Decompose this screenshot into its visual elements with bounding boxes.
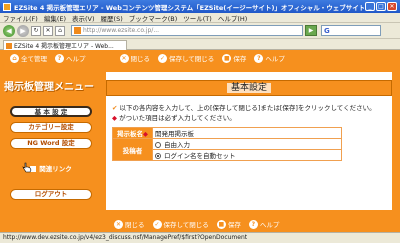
sidebar: 掲示板管理メニュー 基 本 設 定 カテゴリー設定 NG Word 設定 関連リ… bbox=[0, 66, 100, 232]
menu-tools[interactable]: ツール(T) bbox=[183, 13, 212, 23]
save-close-label: 保存して閉じる bbox=[169, 55, 215, 63]
sidebar-item-category-settings[interactable]: カテゴリー設定 bbox=[10, 122, 92, 133]
menu-view[interactable]: 表示(V) bbox=[72, 13, 95, 23]
sidebar-item-basic-settings[interactable]: 基 本 設 定 bbox=[10, 106, 92, 117]
save-close-button-bottom[interactable]: ✓ 保存して閉じる bbox=[152, 219, 209, 229]
tab-favicon-icon bbox=[6, 42, 12, 49]
help-label: ヘルプ bbox=[66, 55, 86, 63]
navigation-toolbar: ◀ ▶ ↻ ✕ ⌂ http://www.ezsite.co.jp/... ▶ … bbox=[0, 23, 400, 39]
close-icon: ✕ bbox=[119, 53, 129, 63]
save-close-button-top[interactable]: ✓ 保存して閉じる bbox=[158, 53, 214, 63]
required-text: がついた項目は必ず入力してください。 bbox=[119, 114, 236, 122]
minimize-icon[interactable]: _ bbox=[365, 2, 375, 11]
close-button-bottom[interactable]: ✕ 閉じる bbox=[114, 219, 145, 229]
menu-help[interactable]: ヘルプ(H) bbox=[218, 13, 247, 23]
menu-history[interactable]: 履歴(S) bbox=[101, 13, 123, 23]
close-label: 閉じる bbox=[130, 55, 151, 63]
url-input[interactable]: http://www.ezsite.co.jp/... bbox=[71, 25, 303, 36]
search-input[interactable]: G bbox=[321, 25, 381, 36]
help-icon: ? bbox=[248, 219, 258, 229]
settings-panel: 基本設定 ✔ 以下の各内容を入力して、上の[保存して閉じる]または[保存]をクリ… bbox=[106, 72, 392, 210]
top-toolbar: ⌂ 全て管理 ? ヘルプ ✕ 閉じる ✓ 保存して閉じる ■ 保存 ? ヘルプ bbox=[0, 50, 400, 66]
status-bar: http://www.dev.ezsite.co.jp/v4/ez3_discu… bbox=[0, 232, 400, 243]
form-row-board-name: 掲示板名◆ 開発用掲示板 bbox=[112, 127, 342, 139]
help-label: ヘルプ bbox=[259, 221, 280, 229]
instruction-text: 以下の各内容を入力して、上の[保存して閉じる]または[保存]をクリックしてくださ… bbox=[119, 104, 376, 112]
close-label: 閉じる bbox=[125, 221, 145, 229]
check-icon: ✔ bbox=[112, 104, 118, 112]
save-close-icon: ✓ bbox=[152, 219, 162, 229]
close-button-top[interactable]: ✕ 閉じる bbox=[119, 53, 151, 63]
help-button-top[interactable]: ? ヘルプ bbox=[254, 53, 285, 63]
poster-label: 投稿者 bbox=[112, 138, 153, 161]
help-button-left[interactable]: ? ヘルプ bbox=[55, 53, 86, 63]
save-close-label: 保存して閉じる bbox=[163, 221, 209, 229]
save-label: 保存 bbox=[233, 55, 247, 63]
help-icon: ? bbox=[55, 53, 64, 63]
settings-form: 掲示板名◆ 開発用掲示板 投稿者 自由入力 ログイン名を自動セット bbox=[112, 127, 342, 161]
menu-bookmarks[interactable]: ブックマーク(B) bbox=[129, 13, 178, 23]
go-icon[interactable]: ▶ bbox=[305, 25, 317, 36]
save-button-top[interactable]: ■ 保存 bbox=[222, 53, 246, 63]
home-icon: ⌂ bbox=[10, 53, 19, 63]
menu-edit[interactable]: 編集(E) bbox=[44, 13, 66, 23]
required-mark-icon: ◆ bbox=[112, 114, 117, 122]
tab-title: EZSite 4 掲示板管理エリア - Web... bbox=[14, 43, 114, 50]
option-login-label: ログイン名を自動セット bbox=[164, 152, 236, 160]
board-name-field[interactable]: 開発用掲示板 bbox=[152, 127, 342, 139]
window-titlebar: EZSite 4 掲示板管理エリア - Webコンテンツ管理システム「EZSit… bbox=[0, 0, 400, 13]
url-text: http://www.ezsite.co.jp/... bbox=[83, 27, 160, 34]
bottom-toolbar: ✕ 閉じる ✓ 保存して閉じる ■ 保存 ? ヘルプ bbox=[100, 216, 400, 232]
back-icon[interactable]: ◀ bbox=[3, 24, 15, 37]
tab-bar: EZSite 4 掲示板管理エリア - Web... bbox=[0, 39, 400, 50]
all-admin-label: 全て管理 bbox=[21, 55, 47, 63]
save-button-bottom[interactable]: ■ 保存 bbox=[216, 219, 241, 229]
page-title: 基本設定 bbox=[106, 80, 392, 96]
instruction-note: ✔ 以下の各内容を入力して、上の[保存して閉じる]または[保存]をクリックしてく… bbox=[112, 102, 376, 112]
form-row-poster-1: 投稿者 自由入力 bbox=[112, 138, 342, 161]
save-icon: ■ bbox=[222, 53, 232, 63]
hand-cursor-icon bbox=[22, 162, 32, 173]
menu-file[interactable]: ファイル(F) bbox=[3, 13, 38, 23]
poster-option-login[interactable]: ログイン名を自動セット bbox=[152, 149, 342, 161]
page: ⌂ 全て管理 ? ヘルプ ✕ 閉じる ✓ 保存して閉じる ■ 保存 ? ヘルプ … bbox=[0, 50, 400, 232]
poster-option-free[interactable]: 自由入力 bbox=[152, 138, 342, 150]
save-close-icon: ✓ bbox=[158, 53, 167, 63]
tab-ezsite[interactable]: EZSite 4 掲示板管理エリア - Web... bbox=[3, 40, 127, 50]
forward-icon[interactable]: ▶ bbox=[17, 24, 29, 37]
close-icon: ✕ bbox=[114, 219, 123, 229]
window-title: EZSite 4 掲示板管理エリア - Webコンテンツ管理システム「EZSit… bbox=[14, 3, 364, 12]
option-free-label: 自由入力 bbox=[164, 141, 190, 149]
page-title-text: 基本設定 bbox=[226, 83, 271, 93]
help-label: ヘルプ bbox=[265, 55, 285, 63]
logout-button[interactable]: ログアウト bbox=[10, 189, 92, 200]
close-window-icon[interactable]: ✕ bbox=[387, 2, 397, 11]
menubar: ファイル(F) 編集(E) 表示(V) 履歴(S) ブックマーク(B) ツール(… bbox=[0, 13, 400, 23]
sidebar-item-ng-word-settings[interactable]: NG Word 設定 bbox=[10, 138, 92, 149]
google-icon: G bbox=[324, 26, 330, 35]
all-admin-button[interactable]: ⌂ 全て管理 bbox=[10, 53, 47, 63]
reload-icon[interactable]: ↻ bbox=[31, 25, 41, 36]
main-content: 基本設定 ✔ 以下の各内容を入力して、上の[保存して閉じる]または[保存]をクリ… bbox=[100, 66, 400, 216]
help-button-bottom[interactable]: ? ヘルプ bbox=[248, 219, 280, 229]
required-note: ◆ がついた項目は必ず入力してください。 bbox=[112, 112, 236, 122]
sidebar-title: 掲示板管理メニュー bbox=[4, 82, 94, 93]
stop-icon[interactable]: ✕ bbox=[43, 25, 53, 36]
site-favicon-icon bbox=[74, 27, 81, 34]
save-label: 保存 bbox=[227, 221, 241, 229]
save-icon: ■ bbox=[216, 219, 226, 229]
home-icon[interactable]: ⌂ bbox=[55, 25, 65, 36]
radio-free-input[interactable] bbox=[155, 142, 161, 148]
app-icon bbox=[3, 2, 11, 11]
maximize-icon[interactable]: □ bbox=[376, 2, 386, 11]
help-icon: ? bbox=[254, 53, 264, 63]
board-name-label: 掲示板名◆ bbox=[112, 127, 153, 139]
radio-login-name[interactable] bbox=[155, 153, 161, 159]
related-links-label: 関連リンク bbox=[39, 165, 72, 173]
